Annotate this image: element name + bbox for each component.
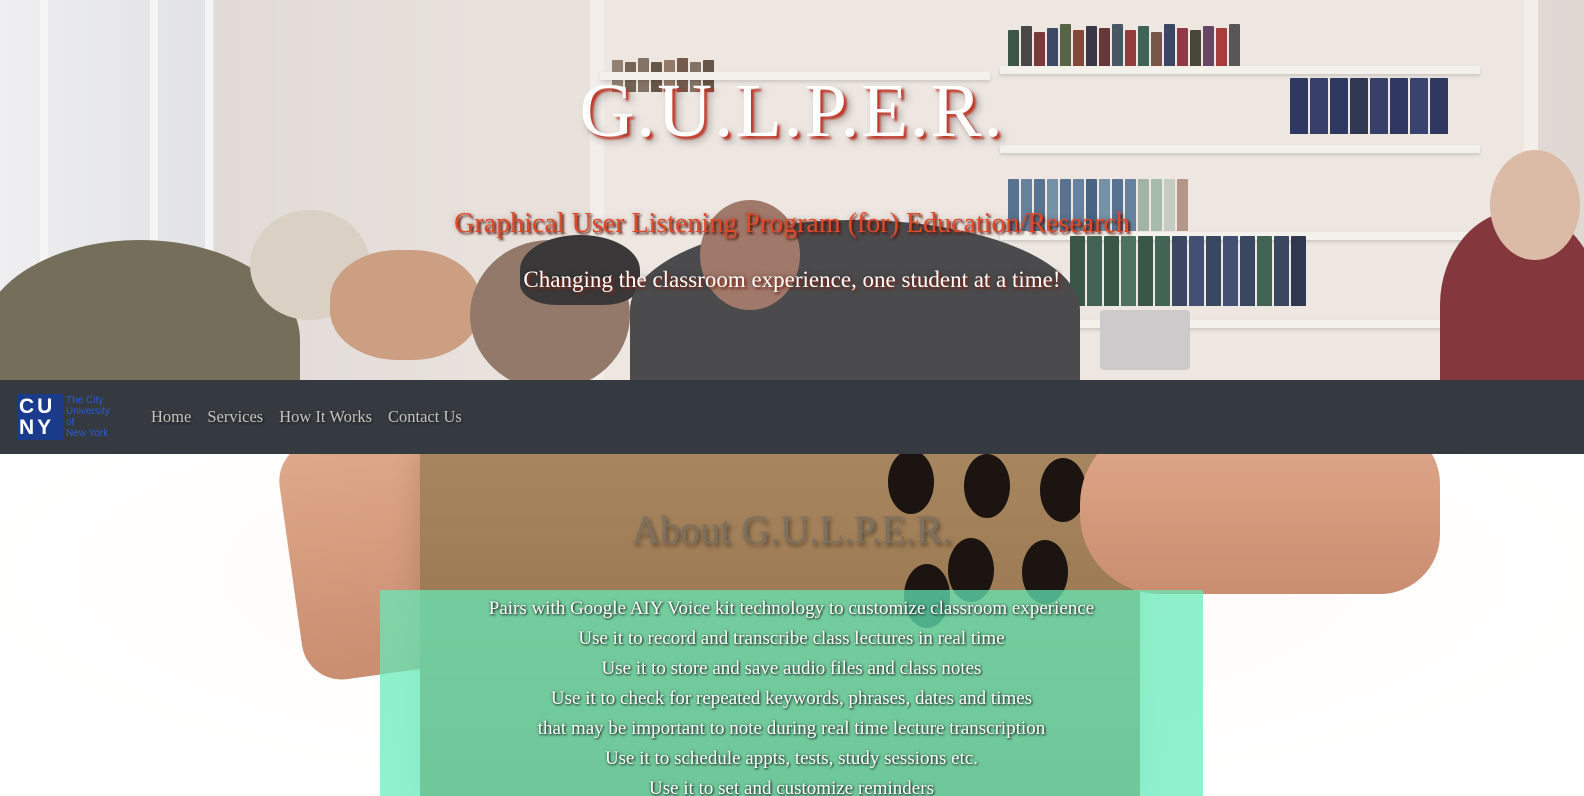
feature-item: Use it to record and transcribe class le… (578, 628, 1005, 649)
logo-text-line-2: University (66, 406, 110, 417)
nav-link-services[interactable]: Services (199, 407, 271, 427)
about-section: About G.U.L.P.E.R. Pairs with Google AIY… (0, 454, 1584, 796)
logo-mark-line-2: NY (19, 416, 55, 439)
nav-link-home[interactable]: Home (143, 407, 199, 427)
nav-links: Home Services How It Works Contact Us (143, 407, 470, 427)
hero-banner: G.U.L.P.E.R. Graphical User Listening Pr… (0, 0, 1584, 380)
site-title: G.U.L.P.E.R. (579, 69, 1005, 153)
cuny-logo-mark: CU NY (17, 394, 63, 440)
cuny-logo[interactable]: CU NY The City University of New York (17, 392, 122, 442)
main-navbar: CU NY The City University of New York Ho… (0, 380, 1584, 454)
site-tagline: Changing the classroom experience, one s… (523, 267, 1061, 292)
cuny-logo-text: The City University of New York (66, 395, 122, 439)
feature-item: Use it to set and customize reminders (649, 778, 934, 796)
nav-link-contact-us[interactable]: Contact Us (380, 407, 470, 427)
logo-text-line-1: The City (66, 395, 104, 406)
about-title: About G.U.L.P.E.R. (631, 507, 953, 552)
feature-item: Use it to check for repeated keywords, p… (550, 688, 1033, 709)
hero-text: G.U.L.P.E.R. Graphical User Listening Pr… (0, 0, 1584, 380)
feature-item: Use it to schedule appts, tests, study s… (604, 748, 979, 769)
features-list: Pairs with Google AIY Voice kit technolo… (380, 594, 1203, 796)
logo-mark-line-1: CU (19, 395, 56, 418)
feature-item: that may be important to note during rea… (537, 718, 1046, 739)
nav-link-how-it-works[interactable]: How It Works (271, 407, 380, 427)
logo-text-line-4: New York (66, 428, 109, 439)
feature-item: Use it to store and save audio files and… (601, 658, 982, 679)
logo-text-line-3: of (66, 417, 75, 428)
features-panel: Pairs with Google AIY Voice kit technolo… (380, 590, 1203, 796)
feature-item: Pairs with Google AIY Voice kit technolo… (488, 598, 1095, 619)
site-subtitle: Graphical User Listening Program (for) E… (454, 208, 1130, 239)
